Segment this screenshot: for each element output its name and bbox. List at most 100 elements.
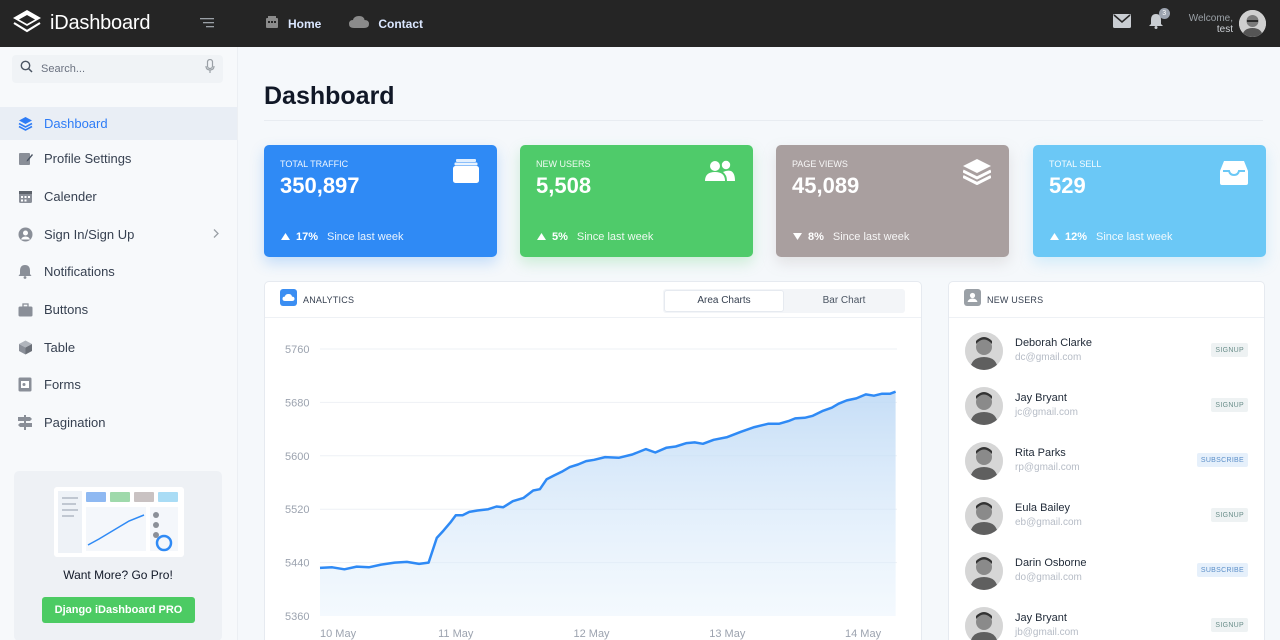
sidebar-item-dashboard[interactable]: Dashboard — [0, 107, 237, 140]
sidebar-item-label: Sign In/Sign Up — [44, 226, 135, 242]
stat-since: Since last week — [576, 231, 654, 243]
stat-since: Since last week — [327, 231, 404, 243]
sidebar-item-table[interactable]: Table — [0, 328, 237, 366]
user-name[interactable]: Deborah Clarke — [1015, 337, 1092, 349]
user-avatar[interactable] — [1239, 10, 1266, 37]
user-email: eb@gmail.com — [1015, 517, 1082, 528]
brand-name: iDashboard — [50, 12, 151, 34]
signpost-icon — [17, 415, 33, 431]
user-name[interactable]: Darin Osborne — [1015, 557, 1087, 569]
microphone-icon[interactable] — [205, 58, 215, 79]
cube-icon — [17, 339, 33, 355]
tab-bar-chart[interactable]: Bar Chart — [784, 290, 904, 312]
stat-value: 350,897 — [280, 173, 360, 198]
sidebar-item-forms[interactable]: Forms — [0, 366, 237, 404]
user-avatar — [965, 387, 1003, 425]
x-tick-label: 13 May — [709, 628, 746, 640]
signup-button[interactable]: SIGNUP — [1211, 618, 1248, 632]
stat-card-new-users: NEW USERS 5,508 5% Since last week — [520, 145, 753, 257]
user-name[interactable]: Jay Bryant — [1015, 612, 1067, 624]
stat-change: 17% — [296, 231, 319, 243]
user-row: Jay Bryant jc@gmail.com SIGNUP — [949, 387, 1264, 442]
user-row: Eula Bailey eb@gmail.com SIGNUP — [949, 497, 1264, 552]
user-name[interactable]: Rita Parks — [1015, 447, 1066, 459]
tab-area-charts[interactable]: Area Charts — [664, 290, 784, 312]
dashboard-preview-image — [54, 487, 184, 557]
x-tick-label: 11 May — [438, 628, 474, 640]
stat-card-total-sell: TOTAL SELL 529 12% Since last week — [1033, 145, 1266, 257]
sidebar-item-calender[interactable]: Calender — [0, 178, 237, 216]
sidebar-item-pagination[interactable]: Pagination — [0, 404, 237, 442]
user-email: do@gmail.com — [1015, 572, 1082, 583]
username: test — [1216, 23, 1233, 35]
stat-footer: 17% Since last week — [281, 231, 403, 243]
signup-button[interactable]: SIGNUP — [1211, 343, 1248, 357]
stat-value: 5,508 — [536, 173, 592, 198]
pro-promo-card: Want More? Go Pro! Django iDashboard PRO — [14, 471, 222, 640]
user-email: dc@gmail.com — [1015, 352, 1082, 363]
sidebar-item-buttons[interactable]: Buttons — [0, 291, 237, 329]
sidebar-item-label: Notifications — [44, 264, 115, 280]
stat-label: TOTAL TRAFFIC — [280, 159, 349, 169]
go-pro-button[interactable]: Django iDashboard PRO — [42, 597, 195, 623]
search-icon — [20, 60, 33, 78]
inbox-icon — [1220, 159, 1248, 190]
divider — [264, 120, 1263, 121]
user-email: jb@gmail.com — [1015, 627, 1079, 638]
user-name[interactable]: Jay Bryant — [1015, 392, 1067, 404]
analytics-title: ANALYTICS — [303, 294, 355, 305]
page-title: Dashboard — [264, 82, 395, 110]
nav-home[interactable]: Home — [265, 15, 321, 32]
menu-toggle-icon[interactable] — [200, 16, 216, 34]
chart-tabs: Area Charts Bar Chart — [663, 289, 905, 313]
new-users-title: NEW USERS — [987, 294, 1044, 305]
user-avatar — [965, 442, 1003, 480]
user-circle-icon — [17, 226, 33, 242]
sidebar-item-label: Buttons — [44, 302, 89, 318]
user-name[interactable]: Eula Bailey — [1015, 502, 1070, 514]
user-row: Rita Parks rp@gmail.com SUBSCRIBE — [949, 442, 1264, 497]
stat-change: 12% — [1065, 231, 1088, 243]
stat-footer: 12% Since last week — [1050, 231, 1172, 243]
top-right: 3 Welcome, test — [1112, 0, 1266, 47]
x-tick-label: 12 May — [573, 628, 610, 640]
series-area — [320, 391, 896, 616]
sidebar-item-label: Pagination — [44, 415, 106, 431]
stat-label: TOTAL SELL — [1049, 159, 1102, 169]
stat-value: 529 — [1049, 173, 1086, 198]
x-tick-label: 14 May — [845, 628, 882, 640]
search-input[interactable] — [41, 63, 191, 75]
stat-card-total-traffic: TOTAL TRAFFIC 350,897 17% Since last wee… — [264, 145, 497, 257]
y-tick-label: 5440 — [285, 558, 309, 570]
signup-button[interactable]: SIGNUP — [1211, 398, 1248, 412]
bell-icon — [17, 264, 33, 280]
user-row: Jay Bryant jb@gmail.com SIGNUP — [949, 607, 1264, 640]
nav-home-label: Home — [288, 16, 322, 31]
subscribe-button[interactable]: SUBSCRIBE — [1196, 453, 1248, 467]
subscribe-button[interactable]: SUBSCRIBE — [1196, 563, 1248, 577]
top-nav: Home Contact — [265, 0, 423, 47]
calendar-icon — [17, 189, 33, 205]
sidebar-item-profile-settings[interactable]: Profile Settings — [0, 140, 237, 178]
sidebar-item-label: Calender — [44, 189, 97, 205]
sidebar-item-notifications[interactable]: Notifications — [0, 253, 237, 291]
mail-icon[interactable] — [1112, 14, 1131, 33]
bell-icon[interactable]: 3 — [1148, 8, 1170, 34]
layers-icon — [17, 116, 33, 132]
arrow-up-icon — [281, 231, 290, 243]
nav-contact[interactable]: Contact — [349, 15, 423, 32]
signup-button[interactable]: SIGNUP — [1211, 508, 1248, 522]
stat-footer: 8% Since last week — [793, 231, 909, 243]
stat-card-page-views: PAGE VIEWS 45,089 8% Since last week — [776, 145, 1009, 257]
stat-label: NEW USERS — [536, 159, 591, 169]
analytics-card: ANALYTICS Area Charts Bar Chart 5760 5680… — [264, 281, 922, 640]
stat-value: 45,089 — [792, 173, 860, 198]
stat-since: Since last week — [1096, 231, 1173, 243]
cloud-icon — [280, 288, 297, 311]
user-row: Darin Osborne do@gmail.com SUBSCRIBE — [949, 552, 1264, 607]
notification-badge: 3 — [1158, 8, 1170, 19]
user-avatar — [965, 332, 1003, 370]
sidebar-item-sign-in[interactable]: Sign In/Sign Up — [0, 215, 237, 253]
sidebar-nav: Dashboard Profile Settings Calender Sign… — [0, 107, 237, 442]
users-list: Deborah Clarke dc@gmail.com SIGNUP Jay Brya… — [949, 332, 1264, 640]
